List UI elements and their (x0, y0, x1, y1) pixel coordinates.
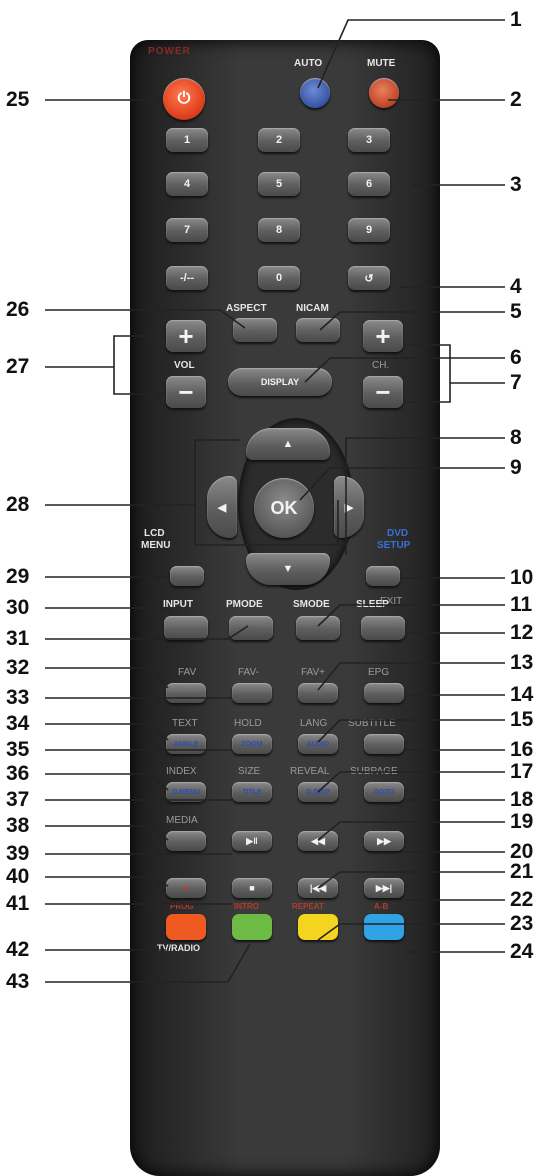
callout-24: 24 (510, 940, 534, 963)
callout-30: 30 (6, 596, 30, 619)
callout-41: 41 (6, 892, 30, 915)
callout-39: 39 (6, 842, 30, 865)
callout-17: 17 (510, 760, 534, 783)
callout-16: 16 (510, 738, 534, 761)
callout-28: 28 (6, 493, 30, 516)
callout-12: 12 (510, 621, 534, 644)
callout-21: 21 (510, 860, 534, 883)
callout-35: 35 (6, 738, 30, 761)
callout-2: 2 (510, 88, 522, 111)
callout-9: 9 (510, 456, 522, 479)
callout-22: 22 (510, 888, 534, 911)
callout-40: 40 (6, 865, 30, 888)
callout-27: 27 (6, 355, 30, 378)
callout-14: 14 (510, 683, 534, 706)
callout-43: 43 (6, 970, 30, 993)
callout-32: 32 (6, 656, 30, 679)
callout-5: 5 (510, 300, 522, 323)
callout-29: 29 (6, 565, 30, 588)
callout-23: 23 (510, 912, 534, 935)
callout-34: 34 (6, 712, 30, 735)
callout-25: 25 (6, 88, 30, 111)
callout-10: 10 (510, 566, 534, 589)
callout-38: 38 (6, 814, 30, 837)
callout-13: 13 (510, 651, 534, 674)
callout-33: 33 (6, 686, 30, 709)
callout-1: 1 (510, 8, 522, 31)
callout-11: 11 (510, 593, 533, 616)
callout-26: 26 (6, 298, 30, 321)
callout-8: 8 (510, 426, 522, 449)
callout-18: 18 (510, 788, 534, 811)
callout-3: 3 (510, 173, 522, 196)
leader-lines (45, 19, 505, 983)
callout-6: 6 (510, 346, 522, 369)
callout-15: 15 (510, 708, 534, 731)
callout-31: 31 (6, 627, 30, 650)
callout-4: 4 (510, 275, 522, 298)
callout-37: 37 (6, 788, 30, 811)
callout-36: 36 (6, 762, 30, 785)
callout-42: 42 (6, 938, 30, 961)
callout-7: 7 (510, 371, 522, 394)
callout-19: 19 (510, 810, 534, 833)
remote-diagram: POWER ⏻ AUTO MUTE 1 2 3 4 5 6 7 8 9 -/-- 0 ↺ ASPECT… (0, 0, 550, 1176)
